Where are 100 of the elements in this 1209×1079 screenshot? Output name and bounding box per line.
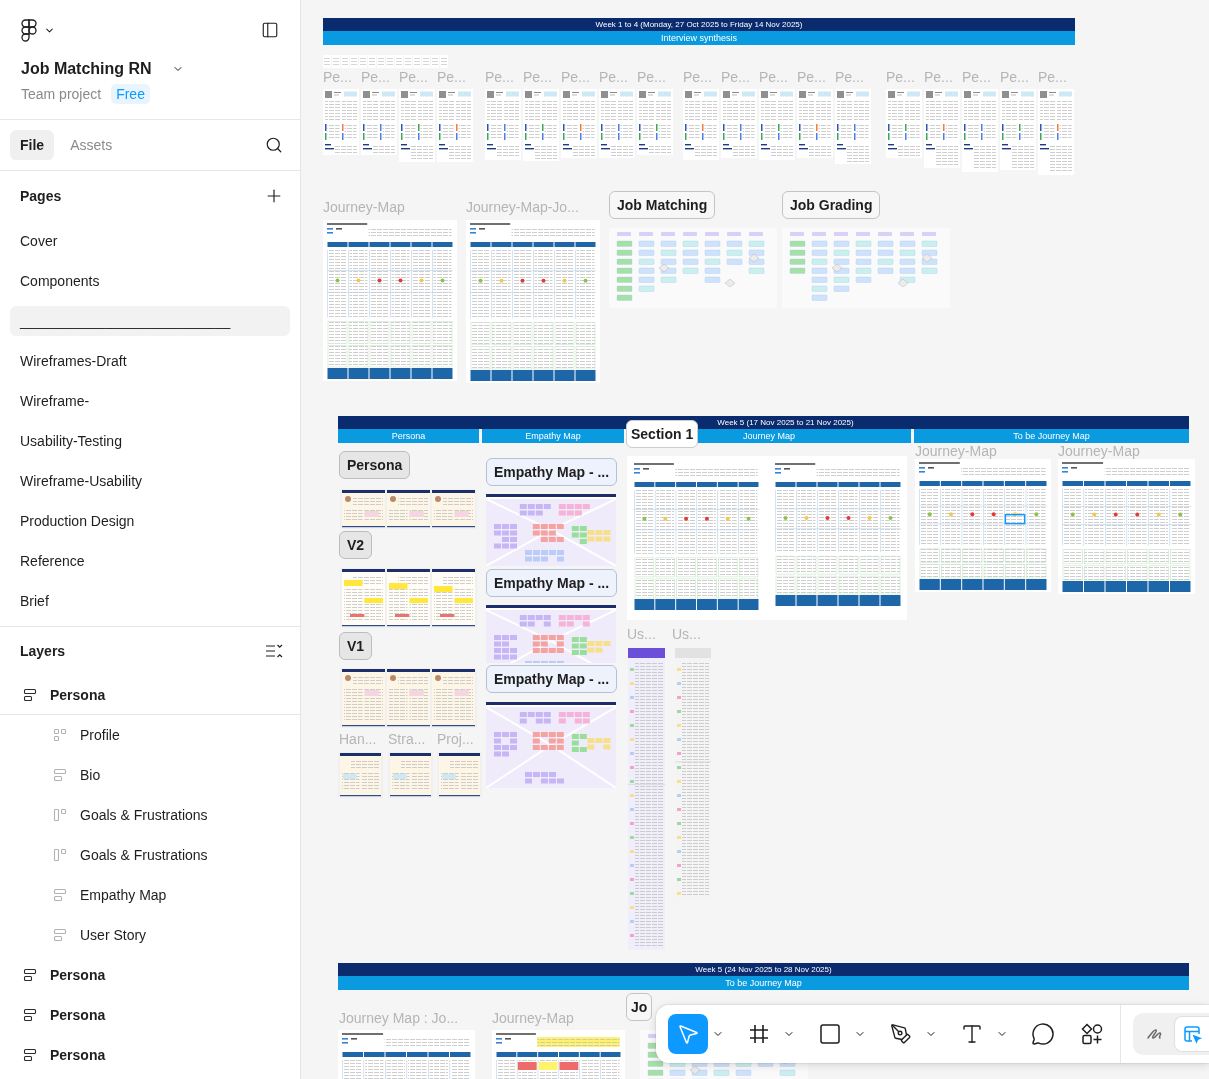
page-item[interactable]: Wireframe- [10, 386, 290, 416]
page-item[interactable]: Brief [10, 586, 290, 616]
frame-title[interactable]: Pe... [962, 69, 991, 85]
frame-title[interactable]: Us... [672, 626, 701, 642]
main-menu-button[interactable] [21, 18, 55, 42]
search-button[interactable] [264, 135, 284, 155]
page-item[interactable]: ___________________________ [10, 306, 290, 336]
stack-layout-icon [53, 928, 67, 942]
frame-title[interactable]: Pe... [637, 69, 666, 85]
column-layout-icon [53, 848, 67, 862]
frame-title[interactable]: Journey-Map [323, 199, 405, 215]
design-mode-button[interactable] [1174, 1016, 1209, 1052]
layer-item[interactable]: Empathy Map [0, 875, 300, 915]
persona-cards-drawing [388, 752, 433, 798]
frame-title[interactable]: Pe... [759, 69, 788, 85]
frame-title[interactable]: Pe... [599, 69, 628, 85]
page-item[interactable]: Usability-Testing [10, 426, 290, 456]
column-header: To be Journey Map [914, 429, 1189, 443]
frame-title[interactable]: Journey-Map-Jo... [466, 199, 579, 215]
frame-title[interactable]: Pe... [683, 69, 712, 85]
collapse-layers-icon [265, 643, 283, 659]
persona-sheet-drawing [797, 89, 833, 158]
plan-badge[interactable]: Free [111, 84, 150, 104]
layer-item[interactable]: Persona [0, 955, 300, 995]
section-label[interactable]: Persona [339, 451, 411, 479]
layer-item[interactable]: Bio [0, 755, 300, 795]
panel-tab[interactable]: File [10, 130, 55, 160]
frame-title[interactable]: Pe... [485, 69, 514, 85]
persona-sheet-drawing [361, 89, 397, 155]
page-item[interactable]: Production Design [10, 506, 290, 536]
panel-toggle-button[interactable] [260, 20, 280, 40]
frame-title[interactable]: Pe... [797, 69, 826, 85]
frame-title[interactable]: Us... [627, 626, 656, 642]
persona-sheet-drawing [886, 89, 922, 158]
persona-sheet-drawing [523, 89, 559, 161]
frame-title[interactable]: Journey-Map [915, 443, 997, 459]
stack-layout-icon [23, 1008, 37, 1022]
frame-title[interactable]: Pe... [361, 69, 390, 85]
page-item[interactable]: Wireframe-Usability [10, 466, 290, 496]
frame-title[interactable]: Pe... [523, 69, 552, 85]
text-icon [960, 1022, 984, 1046]
layer-item[interactable]: Persona [0, 995, 300, 1035]
layer-item[interactable]: Persona [0, 675, 300, 715]
cursor-arrow-icon [676, 1022, 700, 1046]
persona-sheet-drawing [323, 89, 359, 155]
frame-title[interactable]: Pe... [1000, 69, 1029, 85]
section-label[interactable]: V2 [339, 531, 373, 559]
frame-title[interactable]: Journey Map : Jo... [339, 1010, 459, 1026]
section-label[interactable]: Section 1 [626, 420, 699, 448]
section-label[interactable]: Jo [626, 993, 653, 1021]
persona-sheet-drawing [599, 89, 635, 158]
grid-layout-icon [53, 728, 67, 742]
frame-title[interactable]: Pe... [924, 69, 953, 85]
page-item[interactable]: Components [10, 266, 290, 296]
frame-title[interactable]: Journey-Map [492, 1010, 574, 1026]
panel-tab[interactable]: Assets [60, 130, 123, 160]
frame-title[interactable]: Pe... [399, 69, 428, 85]
column-header: Interview synthesis [323, 31, 1075, 45]
hash-icon [748, 1023, 770, 1045]
section-label[interactable]: V1 [339, 632, 373, 660]
team-label: Team project [21, 86, 102, 102]
frame-title[interactable]: Pe... [886, 69, 915, 85]
section-label[interactable]: Empathy Map - ... [486, 458, 618, 486]
persona-sheet-drawing [721, 89, 757, 158]
stack-layout-icon [23, 968, 37, 982]
frame-title[interactable]: Journey-Map [1058, 443, 1140, 459]
page-item[interactable]: Reference [10, 546, 290, 576]
layer-item[interactable]: User Story [0, 915, 300, 955]
layer-item[interactable]: Persona [0, 1035, 300, 1075]
frame-title[interactable]: Pe... [721, 69, 750, 85]
layer-item[interactable]: Profile [0, 715, 300, 755]
persona-sheet-drawing [561, 89, 597, 158]
persona-sheet-drawing [759, 89, 795, 160]
frame-title[interactable]: Proj... [437, 731, 474, 747]
section-label[interactable]: Empathy Map - ... [486, 665, 618, 693]
page-item[interactable]: Cover [10, 226, 290, 256]
section-label[interactable]: Job Grading [782, 191, 881, 219]
frame-title[interactable]: Pe... [323, 69, 352, 85]
persona-sheet-drawing [683, 89, 719, 160]
layer-item[interactable]: Goals & Frustrations [0, 835, 300, 875]
frame-title[interactable]: Pe... [1038, 69, 1067, 85]
section-label[interactable]: Empathy Map - ... [486, 569, 618, 597]
frame-title[interactable]: Stra... [388, 731, 426, 747]
week-banner: Week 5 (24 Nov 2025 to 28 Nov 2025) [338, 963, 1189, 976]
stack-layout-icon [53, 888, 67, 902]
layers-heading: Layers [20, 643, 66, 659]
frame-title[interactable]: Pe... [437, 69, 466, 85]
section-label[interactable]: Job Matching [609, 191, 716, 219]
square-icon [818, 1022, 842, 1046]
frame-title[interactable]: Han... [339, 731, 377, 747]
column-header: To be Journey Map [338, 976, 1189, 990]
logo-icon [21, 18, 37, 42]
frame-title[interactable]: Pe... [835, 69, 864, 85]
week-banner: Week 5 (17 Nov 2025 to 21 Nov 2025) [338, 416, 1189, 429]
pages-heading: Pages [20, 188, 62, 204]
move-tool-button[interactable] [668, 1014, 708, 1054]
page-item[interactable]: Wireframes-Draft [10, 346, 290, 376]
frame-title[interactable]: Pe... [561, 69, 590, 85]
layer-item[interactable]: Goals & Frustrations [0, 795, 300, 835]
layout-cursor-icon [1182, 1024, 1202, 1044]
